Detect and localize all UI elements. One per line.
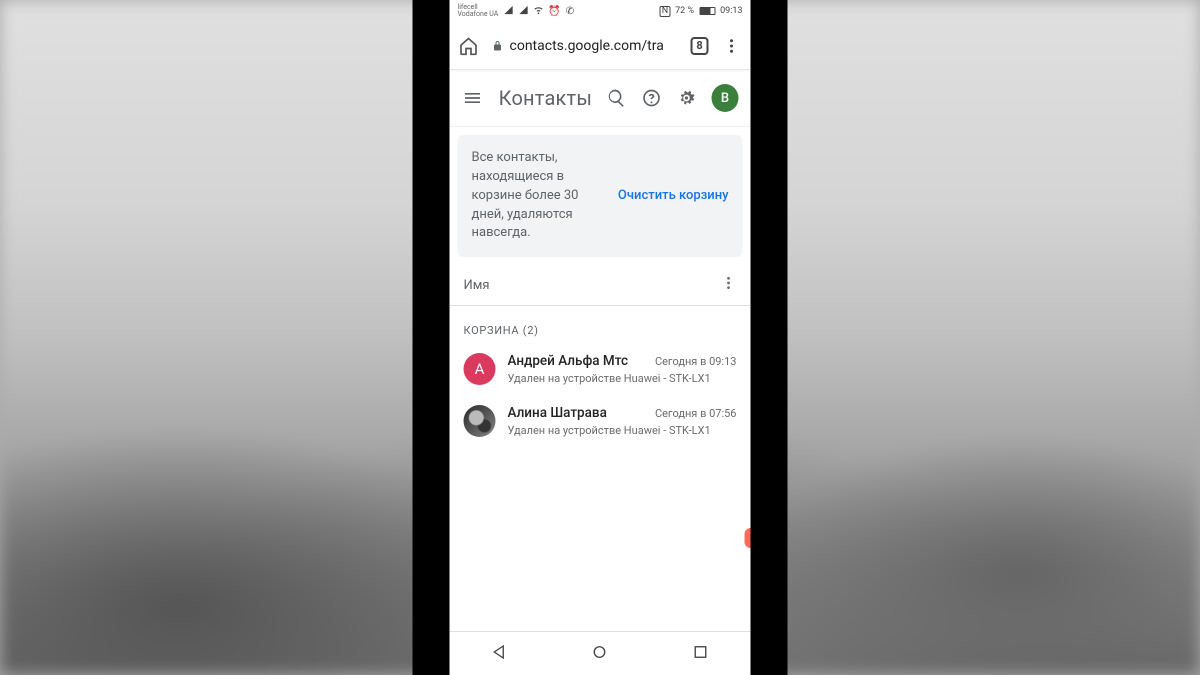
system-nav-bar [450,631,751,675]
section-header: КОРЗИНА (2) [450,306,751,343]
gear-icon[interactable] [676,87,697,109]
back-button[interactable] [491,643,509,665]
carrier-label: lifecell Vodafone UA [458,4,499,18]
contact-avatar [464,405,496,437]
phone-screen: lifecell Vodafone UA ⏰ ✆ N 72 % 09:13 co [450,0,751,675]
tab-count-value: 8 [696,39,702,52]
recents-button[interactable] [691,643,709,665]
home-icon[interactable] [458,35,480,57]
banner-message: Все контакты, находящиеся в корзине боле… [472,149,608,243]
lock-icon [492,40,504,52]
home-button[interactable] [591,643,609,665]
signal-icon [503,5,513,18]
wifi-icon [533,5,543,18]
edge-indicator [745,528,751,548]
status-bar: lifecell Vodafone UA ⏰ ✆ N 72 % 09:13 [450,0,751,22]
divider [450,126,751,127]
list-more-icon[interactable] [721,275,737,295]
avatar-initial: А [475,360,485,378]
device-bezel-left [413,0,450,675]
hamburger-menu-icon[interactable] [462,87,483,109]
search-icon[interactable] [606,87,627,109]
contact-subtitle: Удален на устройстве Huawei - STK-LX1 [508,424,737,437]
phone-frame: lifecell Vodafone UA ⏰ ✆ N 72 % 09:13 co [413,0,788,675]
battery-pct: 72 % [675,6,694,16]
nfc-icon: N [660,6,670,17]
signal-icon-2 [518,5,528,18]
avatar-letter: В [721,91,729,106]
clock: 09:13 [720,6,742,16]
list-item[interactable]: Алина Шатрава Сегодня в 07:56 Удален на … [450,395,751,447]
contact-time: Сегодня в 07:56 [655,407,737,420]
battery-icon [699,7,715,15]
address-bar[interactable]: contacts.google.com/tra [492,38,679,54]
trash-info-banner: Все контакты, находящиеся в корзине боле… [458,135,743,257]
col-name-label: Имя [464,278,490,293]
list-item[interactable]: А Андрей Альфа Мтс Сегодня в 09:13 Удале… [450,343,751,395]
empty-trash-button[interactable]: Очистить корзину [618,187,729,206]
account-avatar[interactable]: В [712,84,739,112]
alarm-icon: ⏰ [548,6,560,17]
viber-icon: ✆ [566,6,574,17]
contact-name: Андрей Альфа Мтс [508,353,629,369]
contact-name: Алина Шатрава [508,405,607,421]
tabs-button[interactable]: 8 [691,37,709,55]
browser-menu-icon[interactable] [721,35,743,57]
help-icon[interactable] [641,87,662,109]
contact-subtitle: Удален на устройстве Huawei - STK-LX1 [508,372,737,385]
app-header: Контакты В [450,70,751,126]
device-bezel-right [751,0,788,675]
url-text: contacts.google.com/tra [510,38,664,54]
page-title: Контакты [499,86,592,110]
contact-avatar: А [464,353,496,385]
list-column-header: Имя [450,265,751,306]
browser-toolbar: contacts.google.com/tra 8 [450,22,751,70]
contact-time: Сегодня в 09:13 [655,355,737,368]
